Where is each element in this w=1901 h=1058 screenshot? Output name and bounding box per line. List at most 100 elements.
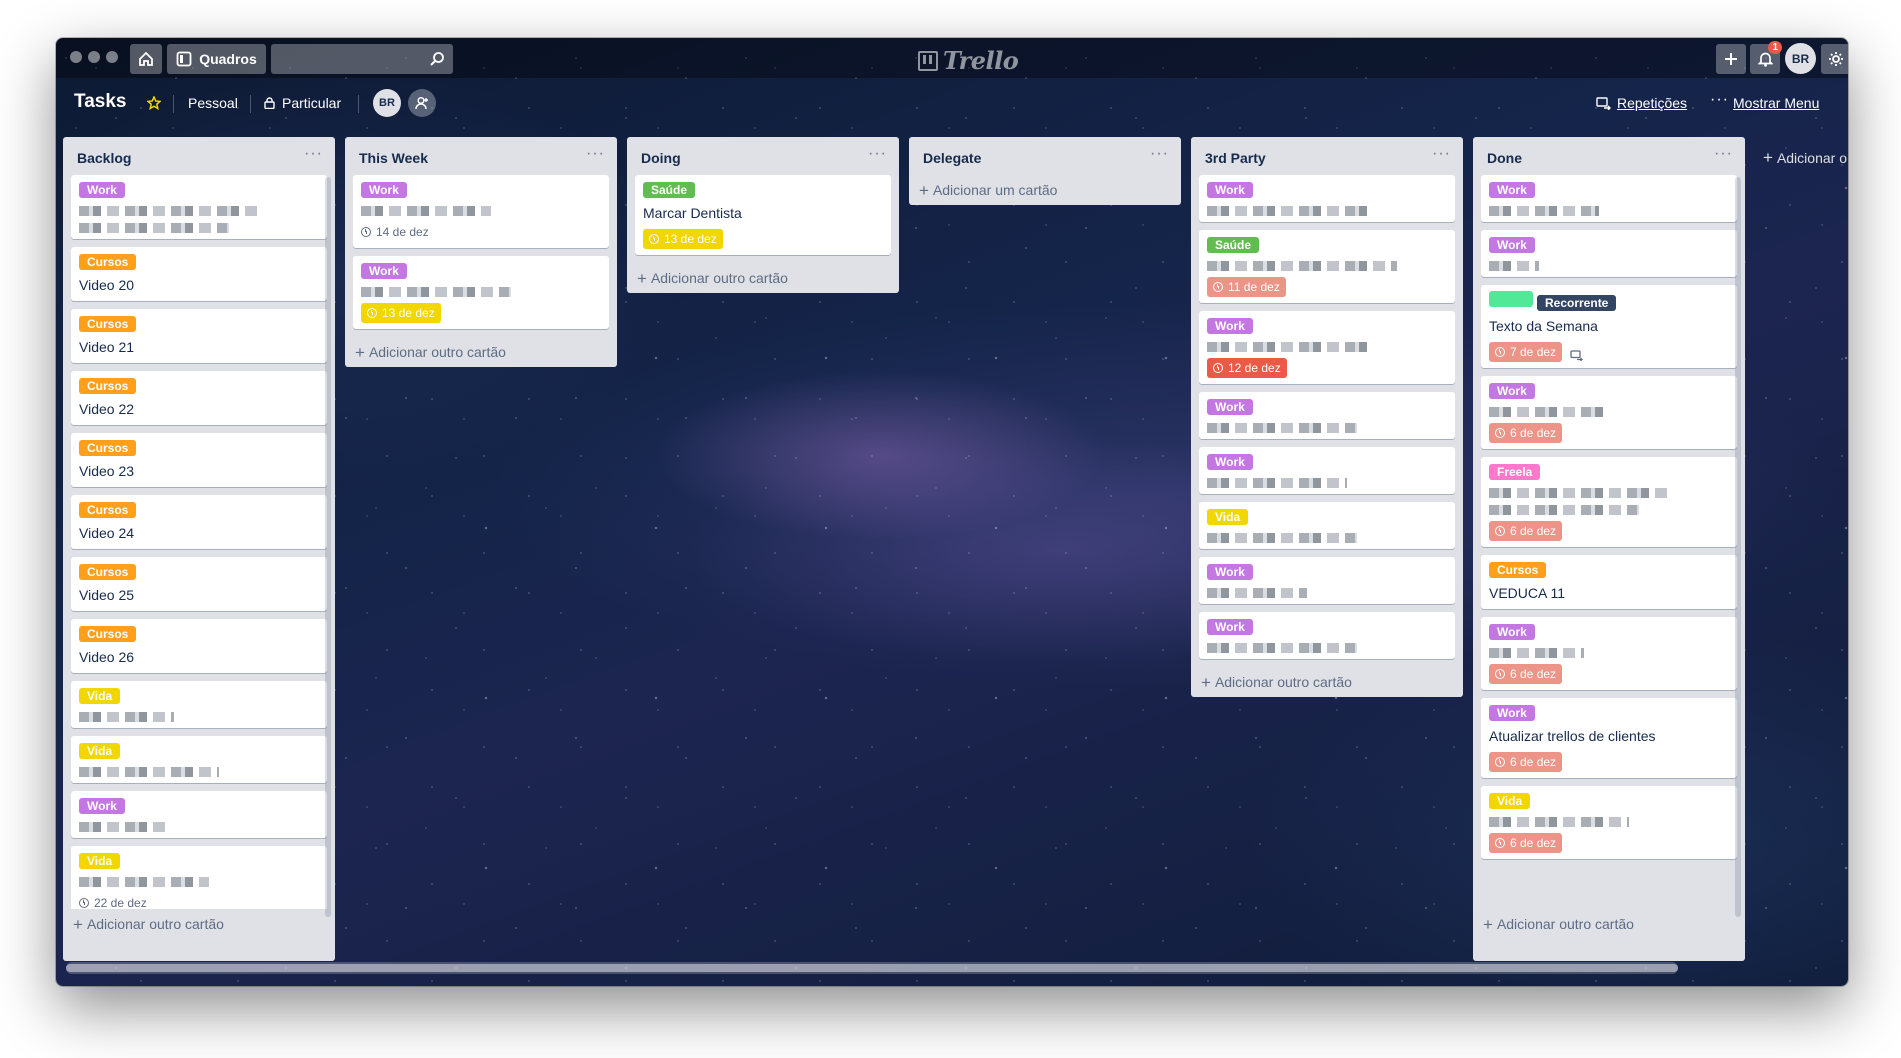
trello-logo[interactable]: Trello <box>918 46 1019 75</box>
zoom-window-button[interactable] <box>106 51 118 63</box>
search-input[interactable] <box>271 44 453 74</box>
card[interactable]: Work 12 de dez <box>1199 311 1455 384</box>
card[interactable]: Work <box>1199 175 1455 222</box>
card[interactable]: Work <box>1199 447 1455 494</box>
header-divider <box>173 95 174 113</box>
card[interactable]: Cursos Video 24 <box>71 495 327 549</box>
show-menu-link[interactable]: Mostrar Menu <box>1733 95 1819 111</box>
due-date-badge[interactable]: 7 de dez <box>1489 342 1563 362</box>
card-title-redacted <box>1489 648 1584 658</box>
add-card-label: Adicionar outro cartão <box>1496 916 1634 932</box>
card-title-redacted <box>1207 533 1357 543</box>
card[interactable]: Cursos Video 22 <box>71 371 327 425</box>
card[interactable]: Cursos VEDUCA 11 <box>1481 555 1737 609</box>
list-menu-button[interactable]: ··· <box>586 145 605 163</box>
list-title[interactable]: Delegate <box>923 150 981 166</box>
list-menu-button[interactable]: ··· <box>1714 145 1733 163</box>
card[interactable]: Cursos Video 21 <box>71 309 327 363</box>
list-title[interactable]: Doing <box>641 150 681 166</box>
invite-button[interactable] <box>408 89 436 117</box>
list-title[interactable]: 3rd Party <box>1205 150 1266 166</box>
due-date-badge[interactable]: 13 de dez <box>643 229 723 249</box>
add-card-button[interactable]: + Adicionar outro cartão <box>345 337 617 367</box>
card[interactable]: Saúde Marcar Dentista 13 de dez <box>635 175 891 255</box>
boards-button[interactable]: Quadros <box>167 44 266 74</box>
list-title[interactable]: Backlog <box>77 150 131 166</box>
list-header: This Week ··· <box>345 137 617 175</box>
user-avatar[interactable]: BR <box>1785 43 1816 74</box>
add-card-button[interactable]: + Adicionar outro cartão <box>1473 909 1745 939</box>
due-date-badge[interactable]: 6 de dez <box>1489 423 1563 443</box>
card[interactable]: Recorrente Texto da Semana 7 de dez <box>1481 285 1737 368</box>
list-menu-button[interactable]: ··· <box>304 145 323 163</box>
card[interactable]: Work Atualizar trellos de clientes 6 de de… <box>1481 698 1737 778</box>
card[interactable]: Work <box>1199 392 1455 439</box>
board-member-avatar[interactable]: BR <box>373 89 401 117</box>
card[interactable]: Work 6 de dez <box>1481 376 1737 449</box>
card[interactable]: Freela 6 de dez <box>1481 457 1737 547</box>
add-list-button[interactable]: + Adicionar o <box>1763 148 1847 168</box>
add-list-label: Adicionar o <box>1776 150 1847 166</box>
card[interactable]: Work <box>1481 175 1737 222</box>
due-date-badge[interactable]: 6 de dez <box>1489 521 1563 541</box>
visibility-label[interactable]: Particular <box>282 95 341 111</box>
settings-button[interactable] <box>1821 44 1848 74</box>
card[interactable]: Work <box>1481 230 1737 277</box>
board-title[interactable]: Tasks <box>74 91 126 113</box>
close-window-button[interactable] <box>70 51 82 63</box>
card[interactable]: Vida <box>71 681 327 728</box>
label-cursos: Cursos <box>79 564 137 580</box>
repeticoes-link[interactable]: Repetições <box>1617 95 1687 111</box>
list-header: Done ··· <box>1473 137 1745 175</box>
due-date-badge[interactable]: 6 de dez <box>1489 664 1563 684</box>
label-vida: Vida <box>79 743 121 759</box>
due-date-badge[interactable]: 22 de dez <box>79 893 153 909</box>
add-card-button[interactable]: + Adicionar outro cartão <box>1191 667 1463 697</box>
notifications-button[interactable]: 1 <box>1750 41 1782 74</box>
card[interactable]: Work <box>1199 612 1455 659</box>
horizontal-scrollbar-thumb[interactable] <box>66 964 1678 972</box>
horizontal-scrollbar[interactable] <box>66 962 1678 974</box>
home-button[interactable] <box>130 44 162 74</box>
minimize-window-button[interactable] <box>88 51 100 63</box>
due-date-text: 11 de dez <box>1228 280 1280 294</box>
card[interactable]: Work <box>71 791 327 838</box>
add-card-button[interactable]: + Adicionar um cartão <box>909 175 1181 205</box>
due-date-badge[interactable]: 6 de dez <box>1489 833 1563 853</box>
card[interactable]: Vida 6 de dez <box>1481 786 1737 859</box>
card[interactable]: Vida <box>71 736 327 783</box>
due-date-badge[interactable]: 6 de dez <box>1489 752 1563 772</box>
card-labels: Work <box>1489 623 1729 641</box>
create-button[interactable] <box>1716 44 1746 74</box>
due-date-badge[interactable]: 14 de dez <box>361 222 435 242</box>
list-menu-button[interactable]: ··· <box>1432 145 1451 163</box>
label-vida: Vida <box>1489 793 1531 809</box>
card-title: Video 21 <box>79 339 135 355</box>
add-card-button[interactable]: + Adicionar outro cartão <box>63 909 335 939</box>
card[interactable]: Cursos Video 25 <box>71 557 327 611</box>
due-date-badge[interactable]: 13 de dez <box>361 303 441 323</box>
card[interactable]: Work <box>71 175 327 239</box>
card[interactable]: Work 13 de dez <box>353 256 609 329</box>
due-date-badge[interactable]: 12 de dez <box>1207 358 1287 378</box>
card[interactable]: Work 6 de dez <box>1481 617 1737 690</box>
card[interactable]: Work <box>1199 557 1455 604</box>
add-card-button[interactable]: + Adicionar outro cartão <box>627 263 899 293</box>
vertical-scrollbar[interactable] <box>1735 177 1741 917</box>
list-title[interactable]: This Week <box>359 150 428 166</box>
list-menu-button[interactable]: ··· <box>1150 145 1169 163</box>
list-title[interactable]: Done <box>1487 150 1522 166</box>
team-name[interactable]: Pessoal <box>188 95 238 111</box>
card[interactable]: Work 14 de dez <box>353 175 609 248</box>
card[interactable]: Vida 22 de dez <box>71 846 327 909</box>
card[interactable]: Vida <box>1199 502 1455 549</box>
vertical-scrollbar[interactable] <box>325 177 331 917</box>
card[interactable]: Saúde 11 de dez <box>1199 230 1455 303</box>
list-menu-button[interactable]: ··· <box>868 145 887 163</box>
card[interactable]: Cursos Video 23 <box>71 433 327 487</box>
clock-icon <box>1213 363 1223 373</box>
card[interactable]: Cursos Video 26 <box>71 619 327 673</box>
due-date-badge[interactable]: 11 de dez <box>1207 277 1286 297</box>
star-icon[interactable] <box>147 96 161 110</box>
card[interactable]: Cursos Video 20 <box>71 247 327 301</box>
